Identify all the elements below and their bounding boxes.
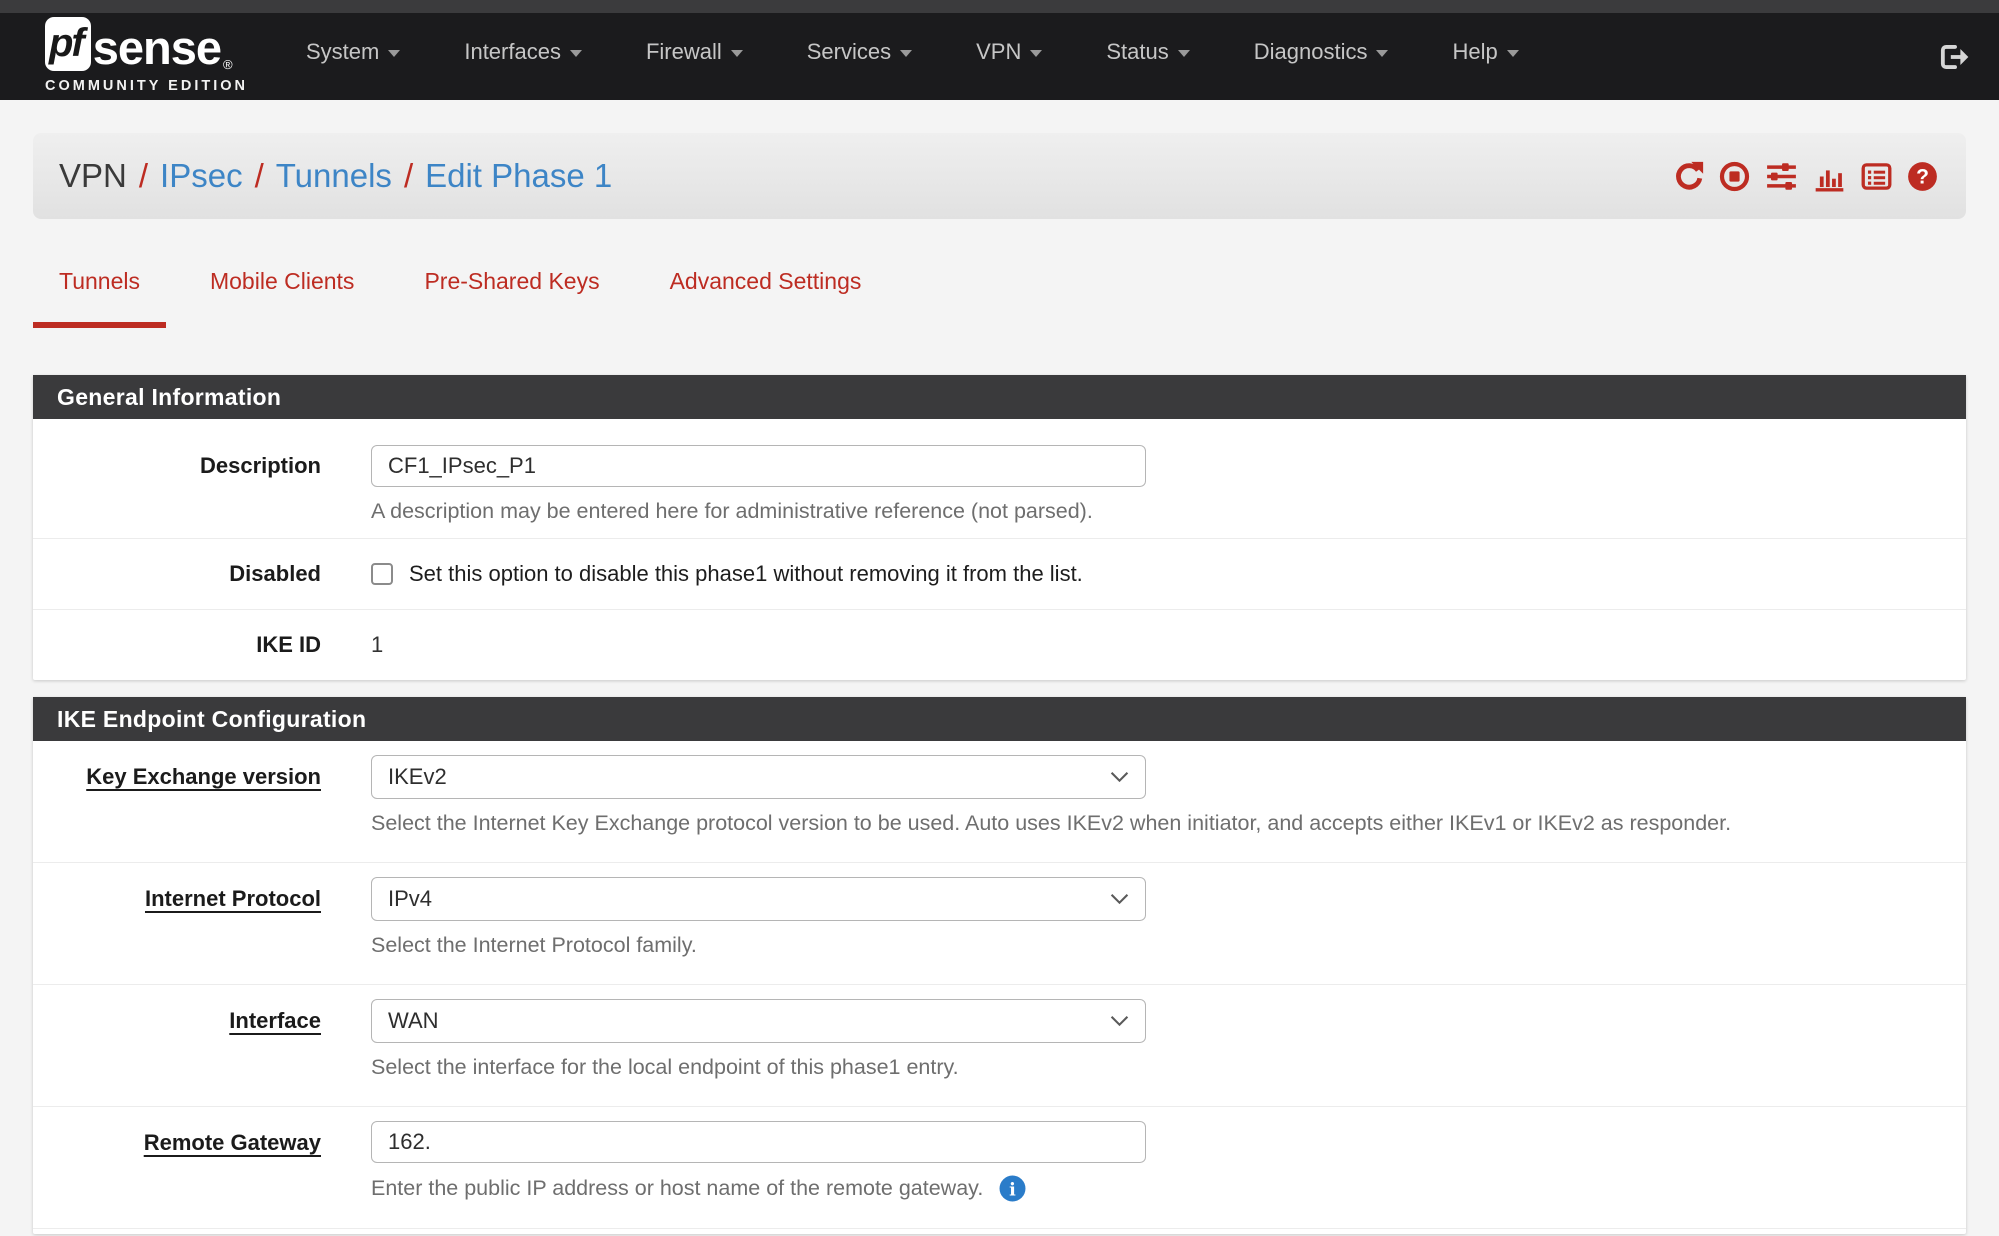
section-title: General Information xyxy=(33,375,1966,419)
tab-mobile-clients[interactable]: Mobile Clients xyxy=(184,268,380,328)
internet-protocol-row: Internet Protocol IPv4 Select the Intern… xyxy=(33,862,1966,984)
select-value: IKEv2 xyxy=(388,764,447,790)
help-icon[interactable]: ? xyxy=(1907,161,1938,192)
key-exchange-version-label: Key Exchange version xyxy=(33,755,371,836)
top-navbar: pfsense® COMMUNITY EDITION System Interf… xyxy=(0,0,1999,100)
chevron-down-icon xyxy=(1376,50,1388,57)
info-icon[interactable]: i xyxy=(999,1175,1026,1202)
nav-item-label: Help xyxy=(1452,39,1497,65)
breadcrumb-actions: ? xyxy=(1673,161,1938,192)
sign-out-icon[interactable] xyxy=(1937,42,1971,77)
breadcrumb-vpn: VPN xyxy=(59,157,127,195)
breadcrumb-separator: / xyxy=(139,157,148,195)
section-title: IKE Endpoint Configuration xyxy=(33,697,1966,741)
breadcrumb-link-tunnels[interactable]: Tunnels xyxy=(276,157,392,195)
chevron-down-icon xyxy=(1110,893,1129,905)
remote-gateway-help: Enter the public IP address or host name… xyxy=(371,1176,983,1201)
interface-label: Interface xyxy=(33,999,371,1080)
ike-id-label: IKE ID xyxy=(33,632,371,658)
navbar-top-strip xyxy=(0,0,1999,13)
select-value: WAN xyxy=(388,1008,439,1034)
tab-advanced-settings[interactable]: Advanced Settings xyxy=(644,268,888,328)
tab-bar: Tunnels Mobile Clients Pre-Shared Keys A… xyxy=(33,268,1966,328)
refresh-icon[interactable] xyxy=(1673,161,1704,192)
nav-item-services[interactable]: Services xyxy=(807,39,912,65)
breadcrumb-link-edit-phase-1[interactable]: Edit Phase 1 xyxy=(425,157,612,195)
registered-mark: ® xyxy=(223,58,233,71)
bar-chart-icon[interactable] xyxy=(1813,161,1846,192)
chevron-down-icon xyxy=(1110,771,1129,783)
pfsense-page: pfsense® COMMUNITY EDITION System Interf… xyxy=(0,0,1999,1236)
page-content: VPN / IPsec / Tunnels / Edit Phase 1 xyxy=(0,133,1999,1234)
ike-id-value: 1 xyxy=(371,632,1966,658)
key-exchange-version-help: Select the Internet Key Exchange protoco… xyxy=(371,811,1966,836)
breadcrumb-separator: / xyxy=(255,157,264,195)
chevron-down-icon xyxy=(731,50,743,57)
breadcrumb: VPN / IPsec / Tunnels / Edit Phase 1 xyxy=(59,157,612,195)
nav-item-label: Firewall xyxy=(646,39,722,65)
nav-item-label: Services xyxy=(807,39,891,65)
internet-protocol-help: Select the Internet Protocol family. xyxy=(371,933,1966,958)
description-row: Description A description may be entered… xyxy=(33,419,1966,538)
key-exchange-version-row: Key Exchange version IKEv2 Select the In… xyxy=(33,741,1966,862)
disabled-checkbox-text: Set this option to disable this phase1 w… xyxy=(409,561,1083,587)
internet-protocol-select[interactable]: IPv4 xyxy=(371,877,1146,921)
remote-gateway-row: Remote Gateway Enter the public IP addre… xyxy=(33,1106,1966,1228)
remote-gateway-label: Remote Gateway xyxy=(33,1121,371,1202)
disabled-row: Disabled Set this option to disable this… xyxy=(33,538,1966,609)
nav-item-diagnostics[interactable]: Diagnostics xyxy=(1254,39,1389,65)
key-exchange-version-select[interactable]: IKEv2 xyxy=(371,755,1146,799)
nav-item-interfaces[interactable]: Interfaces xyxy=(464,39,582,65)
pfsense-logo[interactable]: pfsense® COMMUNITY EDITION xyxy=(45,17,248,94)
description-input[interactable] xyxy=(371,445,1146,487)
chevron-down-icon xyxy=(570,50,582,57)
nav-item-label: VPN xyxy=(976,39,1021,65)
select-value: IPv4 xyxy=(388,886,432,912)
description-label: Description xyxy=(33,445,371,524)
tab-tunnels[interactable]: Tunnels xyxy=(33,268,166,328)
interface-select[interactable]: WAN xyxy=(371,999,1146,1043)
main-menu: System Interfaces Firewall Services VPN … xyxy=(306,39,1519,65)
ike-id-row: IKE ID 1 xyxy=(33,609,1966,680)
svg-text:i: i xyxy=(1009,1179,1016,1200)
stop-icon[interactable] xyxy=(1719,161,1750,192)
chevron-down-icon xyxy=(900,50,912,57)
chevron-down-icon xyxy=(1178,50,1190,57)
breadcrumb-separator: / xyxy=(404,157,413,195)
ike-endpoint-configuration-panel: IKE Endpoint Configuration Key Exchange … xyxy=(33,697,1966,1234)
logo-sense-text: sense xyxy=(93,24,221,71)
internet-protocol-label: Internet Protocol xyxy=(33,877,371,958)
nav-item-firewall[interactable]: Firewall xyxy=(646,39,743,65)
disabled-label: Disabled xyxy=(33,561,371,587)
nav-item-system[interactable]: System xyxy=(306,39,400,65)
description-help: A description may be entered here for ad… xyxy=(371,499,1966,524)
chevron-down-icon xyxy=(1110,1015,1129,1027)
chevron-down-icon xyxy=(388,50,400,57)
nav-item-vpn[interactable]: VPN xyxy=(976,39,1042,65)
row-divider xyxy=(33,1228,1966,1234)
chevron-down-icon xyxy=(1507,50,1519,57)
logo-subtitle: COMMUNITY EDITION xyxy=(45,78,248,94)
nav-item-label: Status xyxy=(1106,39,1168,65)
nav-item-label: Interfaces xyxy=(464,39,561,65)
tab-pre-shared-keys[interactable]: Pre-Shared Keys xyxy=(398,268,625,328)
nav-item-label: System xyxy=(306,39,379,65)
nav-item-status[interactable]: Status xyxy=(1106,39,1189,65)
general-information-panel: General Information Description A descri… xyxy=(33,375,1966,680)
svg-text:?: ? xyxy=(1916,165,1929,188)
disabled-checkbox[interactable] xyxy=(371,563,393,585)
breadcrumb-bar: VPN / IPsec / Tunnels / Edit Phase 1 xyxy=(33,133,1966,219)
interface-row: Interface WAN Select the interface for t… xyxy=(33,984,1966,1106)
list-icon[interactable] xyxy=(1861,161,1892,192)
nav-item-label: Diagnostics xyxy=(1254,39,1368,65)
remote-gateway-input[interactable] xyxy=(371,1121,1146,1163)
interface-help: Select the interface for the local endpo… xyxy=(371,1055,1966,1080)
breadcrumb-link-ipsec[interactable]: IPsec xyxy=(160,157,243,195)
nav-item-help[interactable]: Help xyxy=(1452,39,1518,65)
chevron-down-icon xyxy=(1030,50,1042,57)
logo-pf-mark: pf xyxy=(45,17,91,71)
sliders-icon[interactable] xyxy=(1765,161,1798,192)
